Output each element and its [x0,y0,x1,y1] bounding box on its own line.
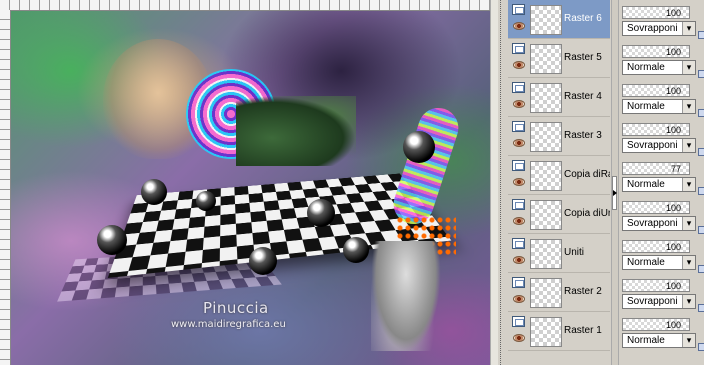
layer-mask-icon[interactable] [512,316,525,327]
layer-properties: 100 Normale [620,316,704,354]
chess-ball [196,191,216,211]
layer-properties: 100 Normale [620,238,704,276]
chess-ball [249,247,277,275]
layer-mask-icon[interactable] [512,82,525,93]
layer-properties: 100 Normale [620,43,704,81]
chess-ball [307,199,335,227]
blend-mode-select[interactable]: Sovrapponi [622,21,696,36]
link-icon[interactable] [698,304,704,312]
layer-properties: 100 Sovrapponi [620,277,704,315]
opacity-slider[interactable]: 100 [622,318,690,331]
layer-name: Copia diRa [564,156,610,194]
layer-row[interactable]: Raster 4 [508,78,610,117]
eye-icon[interactable] [513,139,525,147]
reclining-figure-image [236,96,356,166]
link-icon[interactable] [698,265,704,273]
expand-arrow-icon[interactable] [612,176,617,210]
blend-mode-select[interactable]: Normale [622,333,696,348]
layer-properties: 100 Normale [620,82,704,120]
layer-row[interactable]: Raster 3 [508,117,610,156]
layer-row[interactable]: Uniti [508,234,610,273]
eye-icon[interactable] [513,256,525,264]
layer-name: Raster 6 [564,0,610,38]
layer-properties: 100 Sovrapponi [620,199,704,237]
chess-ball [343,237,369,263]
robot-dog-image [371,241,441,351]
link-icon[interactable] [698,343,704,351]
layer-name: Raster 5 [564,39,610,77]
eye-icon[interactable] [513,22,525,30]
layer-thumbnail [530,122,562,152]
eye-icon[interactable] [513,334,525,342]
watermark-author: Pinuccia [203,299,269,317]
chess-ball [403,131,435,163]
layer-name: Raster 2 [564,273,610,311]
chess-ball [141,179,167,205]
link-icon[interactable] [698,31,704,39]
rainbow-tube-image [388,103,463,229]
eye-icon[interactable] [513,61,525,69]
watermark-site: www.maidiregrafica.eu [171,319,286,330]
opacity-slider[interactable]: 100 [622,279,690,292]
layer-thumbnail [530,83,562,113]
blend-mode-select[interactable]: Sovrapponi [622,138,696,153]
layer-mask-icon[interactable] [512,238,525,249]
eye-icon[interactable] [513,295,525,303]
chess-ball [97,225,127,255]
vertical-ruler [0,10,11,365]
layer-name: Raster 4 [564,78,610,116]
layer-thumbnail [530,5,562,35]
layer-name: Uniti [564,234,610,272]
horizontal-ruler [0,0,490,11]
layer-thumbnail [530,278,562,308]
blend-mode-select[interactable]: Sovrapponi [622,294,696,309]
eye-icon[interactable] [513,178,525,186]
eye-icon[interactable] [513,217,525,225]
opacity-slider[interactable]: 100 [622,240,690,253]
layer-thumbnail [530,200,562,230]
eye-icon[interactable] [513,100,525,108]
opacity-slider[interactable]: 100 [622,84,690,97]
layer-properties: 77 Normale [620,160,704,198]
layer-row[interactable]: Raster 2 [508,273,610,312]
layer-properties: 100 Sovrapponi [620,4,704,42]
layer-row[interactable]: Raster 6 [508,0,610,39]
layer-mask-icon[interactable] [512,121,525,132]
blend-mode-select[interactable]: Normale [622,255,696,270]
link-icon[interactable] [698,70,704,78]
opacity-slider[interactable]: 100 [622,123,690,136]
layer-row[interactable]: Copia diRa [508,156,610,195]
image-canvas[interactable]: Pinuccia www.maidiregrafica.eu [0,0,490,365]
layer-thumbnail [530,44,562,74]
layer-name: Raster 3 [564,117,610,155]
layer-row[interactable]: Raster 1 [508,312,610,351]
opacity-slider[interactable]: 100 [622,6,690,19]
layer-thumbnail [530,239,562,269]
blend-mode-select[interactable]: Normale [622,60,696,75]
artwork: Pinuccia www.maidiregrafica.eu [11,11,490,365]
blend-mode-select[interactable]: Sovrapponi [622,216,696,231]
opacity-slider[interactable]: 100 [622,201,690,214]
layer-mask-icon[interactable] [512,43,525,54]
layer-mask-icon[interactable] [512,4,525,15]
blend-mode-select[interactable]: Normale [622,99,696,114]
link-icon[interactable] [698,109,704,117]
layer-name: Raster 1 [564,312,610,350]
link-icon[interactable] [698,226,704,234]
link-icon[interactable] [698,148,704,156]
layer-mask-icon[interactable] [512,199,525,210]
layer-thumbnail [530,317,562,347]
layer-properties: 100 Sovrapponi [620,121,704,159]
layer-row[interactable]: Raster 5 [508,39,610,78]
blend-mode-select[interactable]: Normale [622,177,696,192]
link-icon[interactable] [698,187,704,195]
layer-mask-icon[interactable] [512,160,525,171]
opacity-slider[interactable]: 77 [622,162,690,175]
layer-name: Copia diUr [564,195,610,233]
layer-group-line [500,0,501,365]
layer-mask-icon[interactable] [512,277,525,288]
opacity-slider[interactable]: 100 [622,45,690,58]
layer-row[interactable]: Copia diUr [508,195,610,234]
layer-thumbnail [530,161,562,191]
